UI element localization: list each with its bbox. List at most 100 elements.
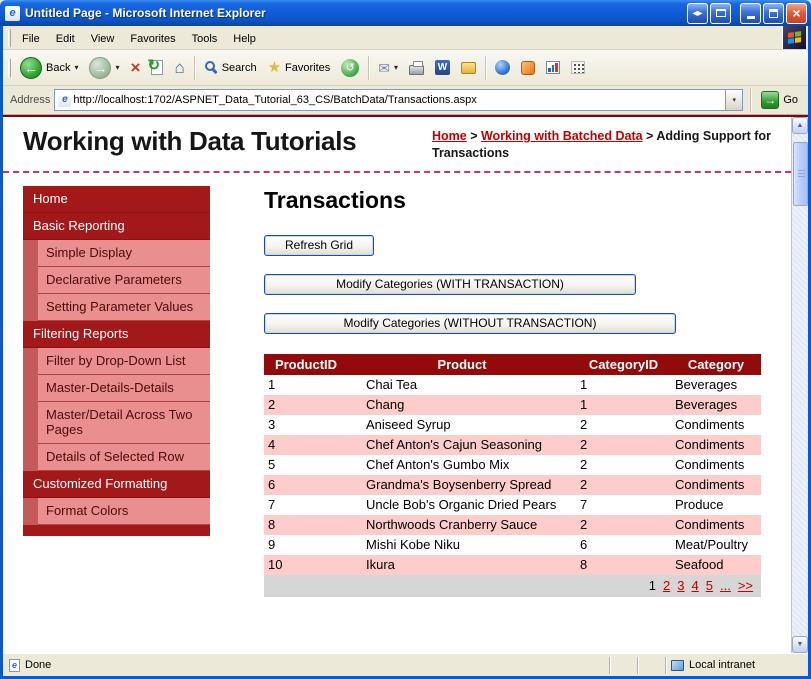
address-input-box: e ▾ bbox=[54, 89, 744, 111]
grid-cell: 6 bbox=[264, 474, 348, 495]
sidebar-item-details-of-selected-row[interactable]: Details of Selected Row bbox=[38, 443, 210, 471]
sidebar-item-filtering-reports[interactable]: Filtering Reports bbox=[23, 320, 210, 348]
sidebar-item-format-colors[interactable]: Format Colors bbox=[38, 497, 210, 525]
address-bar: Address e ▾ → Go bbox=[3, 86, 808, 115]
pager-page-5[interactable]: 5 bbox=[706, 578, 713, 593]
status-text: Done bbox=[25, 659, 52, 671]
history-button[interactable]: ↺ bbox=[336, 55, 364, 81]
sidebar-item-clipped bbox=[23, 524, 210, 536]
menu-file[interactable]: File bbox=[14, 29, 48, 49]
windows-logo bbox=[782, 26, 806, 49]
home-button[interactable]: ⌂ bbox=[169, 55, 189, 80]
mail-button[interactable]: ✉ ▾ bbox=[373, 57, 403, 79]
grid-cell: 2 bbox=[580, 457, 588, 473]
search-label: Search bbox=[221, 61, 257, 74]
minimize-button[interactable] bbox=[740, 2, 761, 24]
go-label: Go bbox=[783, 94, 798, 106]
history-icon: ↺ bbox=[341, 58, 360, 77]
print-button[interactable] bbox=[404, 57, 429, 79]
sidebar-item-master-detail-across-two-pages[interactable]: Master/Detail Across Two Pages bbox=[38, 401, 210, 444]
grid-cell: Meat/Poultry bbox=[675, 537, 748, 553]
address-dropdown-button[interactable]: ▾ bbox=[725, 90, 743, 110]
toolbar-grip-handle[interactable] bbox=[8, 58, 11, 77]
grid-cell: 2 bbox=[580, 417, 588, 433]
research-button[interactable] bbox=[516, 57, 540, 79]
sidebar-item-setting-parameter-values[interactable]: Setting Parameter Values bbox=[38, 293, 210, 321]
done-page-icon: e bbox=[9, 658, 20, 672]
pager-page-3[interactable]: 3 bbox=[677, 578, 684, 593]
discuss-button[interactable] bbox=[456, 58, 481, 78]
ie-logo-icon: e bbox=[5, 5, 20, 21]
address-input[interactable] bbox=[71, 90, 726, 110]
sidebar-item-customized-formatting[interactable]: Customized Formatting bbox=[23, 470, 210, 498]
discuss-icon bbox=[461, 61, 477, 74]
messenger-icon bbox=[495, 60, 511, 75]
titlebar-arrows-button[interactable]: ◂▸ bbox=[687, 2, 708, 24]
search-button[interactable]: Search bbox=[199, 57, 262, 79]
scroll-down-button[interactable]: ▼ bbox=[792, 636, 808, 653]
forward-button[interactable]: → ▾ bbox=[84, 53, 124, 83]
back-button[interactable]: ← Back ▾ bbox=[15, 53, 83, 83]
scrollbar-thumb[interactable] bbox=[793, 142, 808, 206]
refresh-button[interactable]: ↻ bbox=[146, 56, 168, 79]
favorites-button[interactable]: ★ Favorites bbox=[263, 56, 336, 79]
grid-tool-button[interactable] bbox=[566, 57, 590, 78]
grid-column-categoryid: CategoryID bbox=[576, 353, 671, 375]
site-header: Working with Data Tutorials Home > Worki… bbox=[3, 117, 791, 173]
grid-cell: 1 bbox=[268, 377, 276, 393]
pager-page-4[interactable]: 4 bbox=[692, 578, 699, 593]
chart-tool-button[interactable] bbox=[541, 57, 565, 78]
refresh-icon: ↻ bbox=[147, 57, 164, 75]
grid-cell: Condiments bbox=[671, 514, 761, 535]
title-bar[interactable]: e Untitled Page - Microsoft Internet Exp… bbox=[0, 0, 811, 26]
vertical-scrollbar[interactable]: ▲ ▼ bbox=[791, 117, 808, 653]
menu-favorites[interactable]: Favorites bbox=[122, 29, 183, 49]
sidebar-item-declarative-parameters[interactable]: Declarative Parameters bbox=[38, 266, 210, 294]
sidebar-item-simple-display[interactable]: Simple Display bbox=[38, 239, 210, 267]
edit-with-word-button[interactable]: W bbox=[430, 56, 455, 79]
forward-dropdown-caret[interactable]: ▾ bbox=[115, 63, 119, 72]
grid-cell: Northwoods Cranberry Sauce bbox=[348, 514, 576, 535]
refresh-grid-button[interactable]: Refresh Grid bbox=[264, 234, 375, 256]
grid-cell: 7 bbox=[580, 497, 588, 513]
browser-window: e Untitled Page - Microsoft Internet Exp… bbox=[0, 0, 811, 679]
breadcrumb-home[interactable]: Home bbox=[432, 129, 467, 143]
menu-bar-right bbox=[782, 26, 806, 49]
messenger-button[interactable] bbox=[490, 56, 515, 79]
maximize-button[interactable] bbox=[763, 2, 784, 24]
breadcrumb: Home > Working with Batched Data > Addin… bbox=[432, 126, 777, 162]
scrollbar-track[interactable] bbox=[792, 134, 808, 636]
sidebar-item-home[interactable]: Home bbox=[23, 185, 210, 213]
pager-ellipsis-link[interactable]: ... bbox=[720, 578, 731, 593]
pager-next-link[interactable]: >> bbox=[738, 578, 753, 593]
menu-view[interactable]: View bbox=[83, 29, 123, 49]
sidebar-item-basic-reporting[interactable]: Basic Reporting bbox=[23, 212, 210, 240]
modify-without-transaction-button[interactable]: Modify Categories (WITHOUT TRANSACTION) bbox=[264, 312, 676, 334]
mail-dropdown-caret[interactable]: ▾ bbox=[394, 63, 398, 72]
minimize-icon bbox=[746, 15, 755, 19]
grid-cell: Produce bbox=[675, 497, 724, 513]
status-panel-2 bbox=[637, 656, 663, 674]
grid-cell: 8 bbox=[264, 514, 348, 535]
menu-tools[interactable]: Tools bbox=[184, 29, 226, 49]
back-dropdown-caret[interactable]: ▾ bbox=[74, 63, 78, 72]
menu-grip-handle[interactable] bbox=[8, 28, 11, 47]
titlebar-window-button[interactable] bbox=[710, 2, 731, 24]
scroll-up-button[interactable]: ▲ bbox=[792, 117, 808, 134]
grid-row-7: 7 Uncle Bob's Organic Dried Pears 7 Produce bbox=[264, 495, 761, 515]
pager-page-2[interactable]: 2 bbox=[663, 578, 670, 593]
stop-button[interactable]: × bbox=[126, 55, 146, 80]
stop-icon: × bbox=[130, 58, 141, 77]
breadcrumb-working-with-batched-data[interactable]: Working with Batched Data bbox=[481, 129, 643, 143]
close-button[interactable]: × bbox=[786, 2, 807, 24]
menu-edit[interactable]: Edit bbox=[48, 29, 83, 49]
toolbar: ← Back ▾ → ▾ × ↻ ⌂ Search ★ Favorites ↺ … bbox=[3, 50, 808, 86]
page-content: Working with Data Tutorials Home > Worki… bbox=[3, 115, 808, 653]
modify-with-transaction-button[interactable]: Modify Categories (WITH TRANSACTION) bbox=[264, 273, 636, 295]
grid-column-productid: ProductID bbox=[264, 353, 348, 375]
go-button[interactable]: → Go bbox=[758, 89, 804, 111]
sidebar-item-master-details-details[interactable]: Master-Details-Details bbox=[38, 374, 210, 402]
sidebar-item-filter-by-drop-down-list[interactable]: Filter by Drop-Down List bbox=[38, 347, 210, 375]
grid-cell: 10 bbox=[264, 554, 348, 575]
menu-help[interactable]: Help bbox=[225, 29, 264, 49]
